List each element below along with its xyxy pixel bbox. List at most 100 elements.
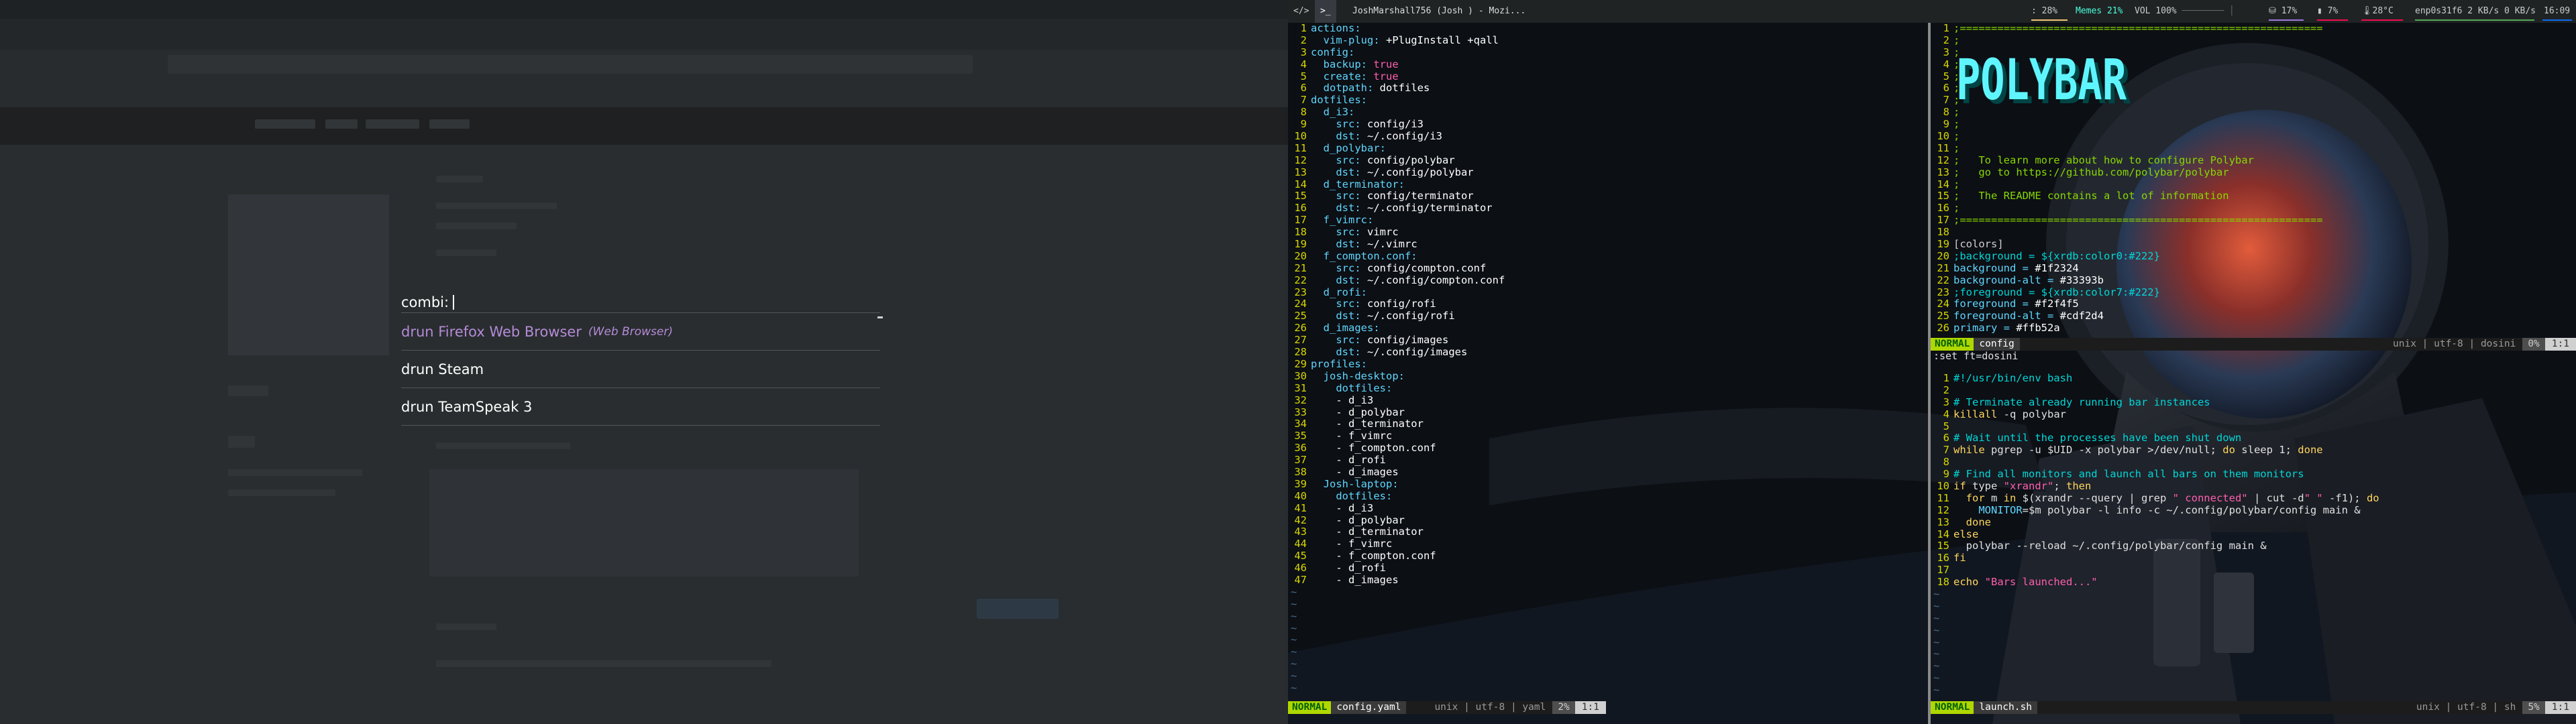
code-token: dst: <box>1311 346 1367 359</box>
code-line: ~ <box>1931 624 2576 637</box>
line-number: 13 <box>1294 166 1307 178</box>
code-line: 7 while pgrep -u $UID -x polybar >/dev/nu… <box>1931 444 2576 457</box>
workspace-2[interactable]: >_ <box>1315 0 1336 23</box>
line-number: 12 <box>1294 154 1307 166</box>
cpu-value: : 28% <box>2031 6 2058 16</box>
code-token: m <box>1984 491 2004 504</box>
line-number: 10 <box>1937 480 1949 493</box>
line-number: 8 <box>1943 106 1949 119</box>
code-token: else <box>1953 528 1979 540</box>
code-token: ; <box>1953 130 1960 143</box>
code-token: backup: <box>1311 58 1374 70</box>
code-line: 29 profiles: <box>1288 358 1606 371</box>
code-token: fi <box>1953 552 1966 564</box>
line-number: 44 <box>1294 538 1307 550</box>
code-line: 43 - d_terminator <box>1288 526 1606 538</box>
code-token: dotfiles: <box>1311 489 1393 502</box>
code-token: config/rofi <box>1367 298 1436 310</box>
clock-value: 16:09 <box>2544 6 2571 16</box>
rofi-item-firefox[interactable]: drun Firefox Web Browser (Web Browser) <box>401 313 880 351</box>
line-number: 36 <box>1294 442 1307 455</box>
code-line: ~ <box>1288 682 1606 695</box>
vim-cmdline[interactable]: :set ft=dosini <box>1933 350 2018 363</box>
code-token: Josh-laptop: <box>1311 477 1399 490</box>
line-number: 15 <box>1294 190 1307 202</box>
code-token: true <box>1373 58 1399 70</box>
vim-pane-config-yaml[interactable]: 1 actions: 2 vim-plug: +PlugInstall +qall 3… <box>1288 23 1606 724</box>
code-token: ; <box>1953 202 1960 215</box>
workspace-1[interactable]: </> <box>1288 0 1314 23</box>
vim-buffer[interactable]: 1 actions: 2 vim-plug: +PlugInstall +qall 3… <box>1288 23 1606 701</box>
empty-line-marker: ~ <box>1933 636 1940 648</box>
line-number: 13 <box>1937 166 1949 178</box>
code-line: 12 src: config/polybar <box>1288 154 1606 167</box>
code-token: f_compton.conf: <box>1311 249 1417 262</box>
rofi-item-teamspeak[interactable]: drun TeamSpeak 3 <box>401 388 880 426</box>
battery-underline <box>2317 19 2348 21</box>
vim-pane-launch-sh[interactable]: 1 #!/usr/bin/env bash 2 3 # Terminate alread… <box>1931 373 2576 724</box>
volume-module[interactable]: VOL 100% ──────── │ <box>2135 0 2235 23</box>
vim-filename: launch.sh <box>1974 701 2037 714</box>
code-line: 17 f_vimrc: <box>1288 214 1606 227</box>
line-number: 32 <box>1294 394 1307 406</box>
code-line: 45 - f_compton.conf <box>1288 550 1606 562</box>
code-token: ;=======================================… <box>1953 214 2323 227</box>
code-line: 18 <box>1931 226 2576 239</box>
code-token: src: <box>1311 261 1367 274</box>
rofi-scrollbar[interactable] <box>877 316 883 318</box>
rofi-prompt-row[interactable]: combi: <box>401 292 880 312</box>
code-token: src: <box>1311 334 1367 347</box>
vim-cursor-position: 1:1 <box>2544 338 2576 351</box>
network-underline <box>2415 19 2534 21</box>
code-line: 23 ;foreground = ${xrdb:color7:#222} <box>1931 286 2576 299</box>
line-number: 12 <box>1937 503 1949 516</box>
line-number: 16 <box>1937 202 1949 215</box>
line-number: 4 <box>1943 58 1949 70</box>
empty-line-marker: ~ <box>1291 621 1297 634</box>
code-line: 19 dst: ~/.vimrc <box>1288 238 1606 251</box>
code-line: 15 polybar --reload ~/.config/polybar/co… <box>1931 540 2576 552</box>
volume-value: VOL 100% <box>2135 6 2177 16</box>
code-token: for <box>1966 491 1985 504</box>
code-line: 10 if type "xrandr"; then <box>1931 480 2576 493</box>
code-line: 20 f_compton.conf: <box>1288 249 1606 263</box>
code-token: while <box>1953 444 1985 457</box>
code-line: ~ <box>1931 660 2576 672</box>
line-number: 42 <box>1294 514 1307 526</box>
code-line: 8 <box>1931 456 2576 469</box>
code-line: 7 dotfiles: <box>1288 94 1606 107</box>
line-number: 15 <box>1937 190 1949 202</box>
vim-pane-polybar-config[interactable]: 1 ;======================================… <box>1931 23 2576 362</box>
line-number: 8 <box>1943 456 1949 469</box>
code-line: 4 backup: true <box>1288 58 1606 71</box>
code-line: 36 - f_compton.conf <box>1288 442 1606 455</box>
code-token: sleep 1; <box>2235 444 2298 457</box>
rofi-item-label: drun TeamSpeak 3 <box>401 398 533 415</box>
code-line: ~ <box>1931 672 2576 684</box>
vim-filename: config <box>1974 338 2020 351</box>
code-line: 5 <box>1931 420 2576 433</box>
line-number: 7 <box>1300 94 1307 107</box>
rofi-item-label: drun Firefox Web Browser <box>401 323 582 340</box>
code-line: 14 else <box>1931 528 2576 541</box>
line-number: 25 <box>1294 310 1307 322</box>
line-number: 24 <box>1294 298 1307 310</box>
empty-line-marker: ~ <box>1291 597 1297 610</box>
line-number: 6 <box>1943 432 1949 444</box>
rofi-item-steam[interactable]: drun Steam <box>401 351 880 388</box>
line-number: 21 <box>1937 261 1949 274</box>
vim-buffer[interactable]: 1 #!/usr/bin/env bash 2 3 # Terminate alread… <box>1931 373 2576 701</box>
line-number: 5 <box>1943 420 1949 432</box>
code-token: true <box>1373 70 1399 82</box>
code-line: 30 josh-desktop: <box>1288 370 1606 383</box>
volume-slider[interactable]: ──────── │ <box>2182 6 2234 16</box>
code-line: ~ <box>1931 648 2576 660</box>
code-line: 25 foreground-alt = #cdf2d4 <box>1931 310 2576 322</box>
code-token: config/images <box>1367 334 1449 347</box>
code-line: 21 background = #1f2324 <box>1931 261 2576 275</box>
code-token: pgrep -u $UID -x polybar >/dev/null; <box>1984 444 2223 457</box>
vim-percent: 2% <box>1552 701 1575 714</box>
disk-underline <box>2269 19 2304 21</box>
line-number: 2 <box>1300 34 1307 46</box>
line-number: 5 <box>1943 70 1949 82</box>
